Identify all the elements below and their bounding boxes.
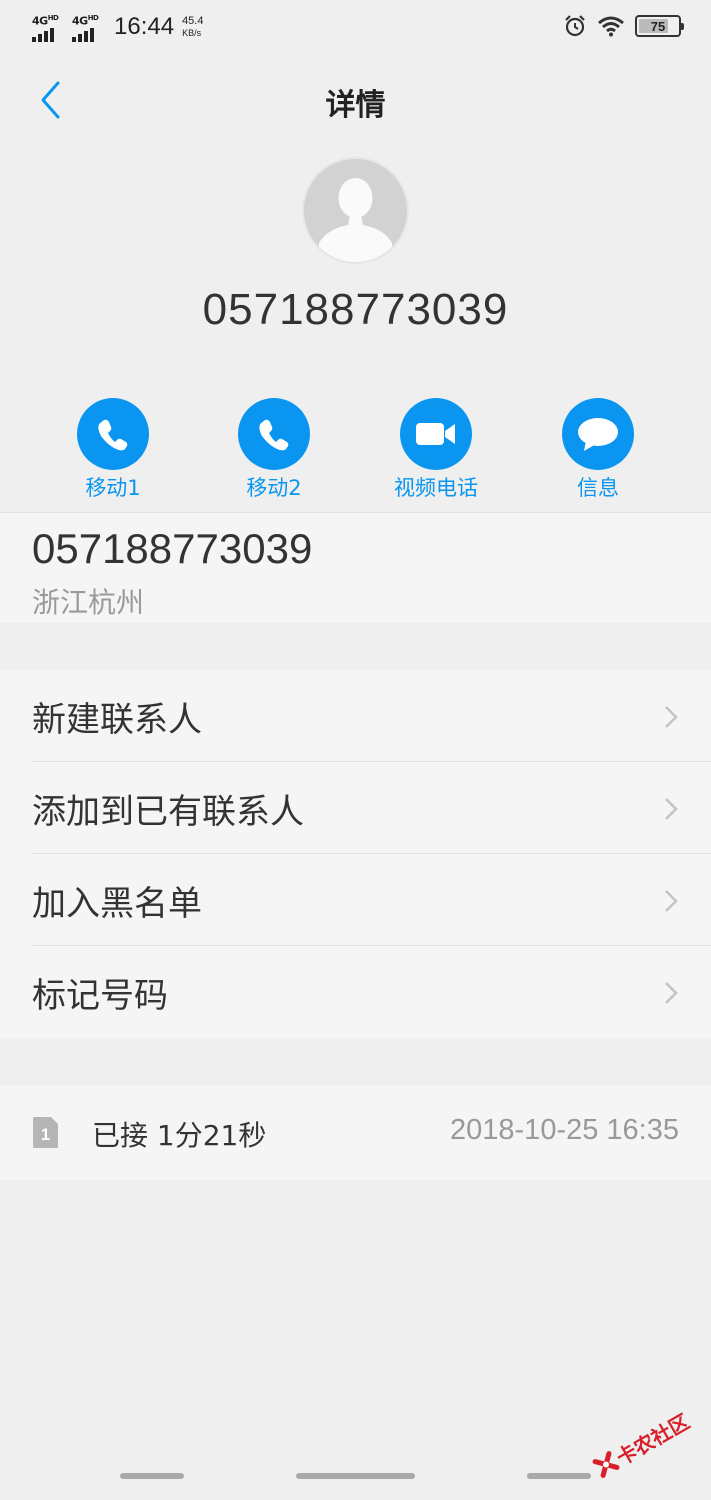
add-to-blacklist-label: 加入黑名单 [32, 883, 202, 924]
message-label: 信息 [577, 476, 619, 500]
sim2-hd-label: HD [87, 14, 99, 22]
add-to-existing-contact-item[interactable]: 添加到已有联系人 [0, 762, 711, 854]
add-to-existing-contact-label: 添加到已有联系人 [32, 791, 304, 832]
network-speed-value: 45.4 [182, 14, 204, 27]
sim2-network-label: 4G [72, 14, 88, 28]
nav-hint-right[interactable] [527, 1473, 591, 1479]
nav-hint-home[interactable] [296, 1473, 415, 1479]
contact-number: 057188773039 [202, 285, 509, 334]
call-sim2-button[interactable]: 移动2 [199, 398, 349, 502]
page-title: 详情 [325, 88, 386, 123]
call-timestamp: 2018-10-25 16:35 [450, 1114, 679, 1146]
add-to-blacklist-item[interactable]: 加入黑名单 [0, 854, 711, 946]
wifi-icon [598, 16, 624, 37]
sim-number: 1 [41, 1125, 50, 1144]
call-detail-screen: 4GHD 4GHD 16:44 45.4 KB/s 75 详情 05718877… [0, 0, 711, 1500]
watermark: 卡农社区 [582, 1388, 709, 1496]
battery-level: 75 [650, 18, 666, 34]
chevron-right-icon [665, 982, 678, 1004]
phone-icon [98, 419, 128, 451]
person-silhouette-icon [319, 178, 392, 262]
options-list: 新建联系人 添加到已有联系人 加入黑名单 标记号码 [0, 670, 711, 1038]
network-speed: 45.4 KB/s [182, 15, 203, 39]
network-speed-unit: KB/s [182, 27, 202, 38]
sim1-network-label: 4G [32, 14, 48, 28]
call-sim2-label: 移动2 [246, 476, 302, 500]
number-location: 浙江杭州 [32, 586, 145, 619]
call-log-entry: 1 已接 1分21秒 2018-10-25 16:35 [0, 1085, 711, 1180]
action-bar: 移动1 移动2 视频电话 信息 [0, 398, 711, 508]
battery-icon: 75 [635, 15, 684, 37]
number-info-panel[interactable]: 057188773039 浙江杭州 [0, 512, 711, 623]
mark-number-item[interactable]: 标记号码 [0, 946, 711, 1038]
alarm-icon [565, 15, 585, 37]
sim-card-icon: 1 [33, 1117, 58, 1148]
watermark-text: 卡农社区 [612, 1408, 694, 1470]
sim1-signal-icon: 4GHD [32, 12, 64, 42]
message-bubble-icon [578, 418, 618, 451]
video-call-label: 视频电话 [394, 476, 478, 500]
sim2-signal-icon: 4GHD [72, 12, 104, 42]
chevron-right-icon [665, 706, 678, 728]
number-detail: 057188773039 [32, 525, 313, 572]
chevron-right-icon [665, 798, 678, 820]
phone-icon [259, 419, 289, 451]
sim1-hd-label: HD [47, 14, 59, 22]
new-contact-item[interactable]: 新建联系人 [0, 670, 711, 762]
call-sim1-button[interactable]: 移动1 [38, 398, 188, 502]
video-call-button[interactable]: 视频电话 [361, 398, 511, 502]
chevron-right-icon [665, 890, 678, 912]
call-sim1-label: 移动1 [85, 476, 141, 500]
message-button[interactable]: 信息 [523, 398, 673, 502]
new-contact-label: 新建联系人 [32, 699, 202, 740]
avatar [302, 157, 409, 264]
nav-hint-left[interactable] [120, 1473, 184, 1479]
mark-number-label: 标记号码 [32, 975, 168, 1016]
status-time: 16:44 [114, 12, 175, 40]
status-bar: 4GHD 4GHD 16:44 45.4 KB/s 75 [0, 0, 711, 56]
video-camera-icon [416, 423, 455, 445]
call-status: 已接 1分21秒 [92, 1119, 267, 1152]
